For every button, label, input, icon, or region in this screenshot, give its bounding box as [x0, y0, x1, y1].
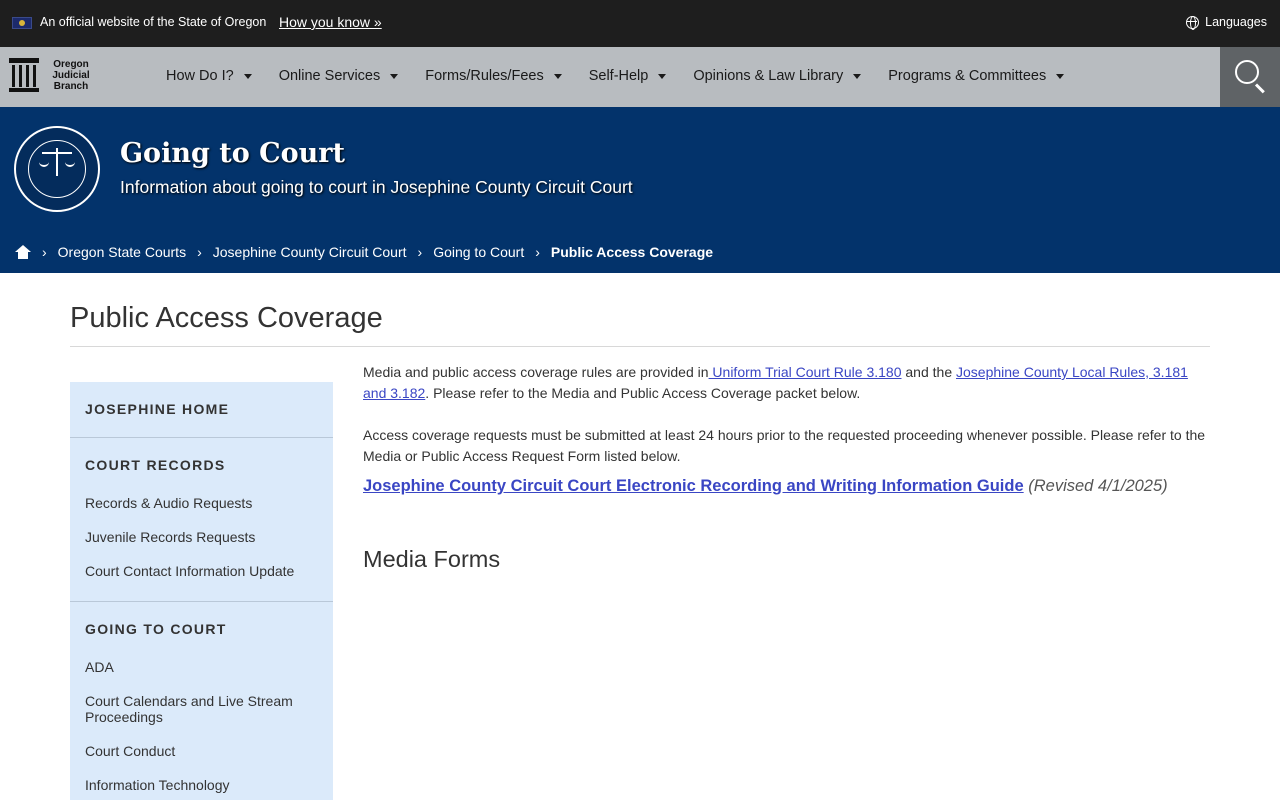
caret-down-icon — [658, 73, 667, 79]
nav-item-how-do-i[interactable]: How Do I? — [166, 68, 252, 84]
page-title: Public Access Coverage — [70, 302, 383, 334]
sidebar-item-juvenile-records-requests[interactable]: Juvenile Records Requests — [70, 521, 333, 555]
title-divider — [70, 346, 1210, 347]
official-banner-text: An official website of the State of Oreg… — [40, 15, 267, 29]
globe-icon — [1186, 15, 1200, 30]
how-you-know-link[interactable]: How you know » — [279, 14, 382, 30]
sidebar-heading-court-records[interactable]: COURT RECORDS — [70, 438, 333, 487]
courthouse-pillars-icon — [9, 58, 39, 92]
caret-down-icon — [243, 73, 252, 79]
breadcrumb-current: Public Access Coverage — [550, 244, 714, 260]
main-nav-bar: Oregon Judicial Branch How Do I? Online … — [0, 47, 1280, 107]
sidebar-section-going-to-court: GOING TO COURT ADA Court Calendars and L… — [70, 602, 333, 800]
hero-subtitle: Information about going to court in Jose… — [120, 177, 633, 197]
oregon-judicial-branch-logo[interactable]: Oregon Judicial Branch — [9, 58, 95, 92]
sidebar-heading-going-to-court[interactable]: GOING TO COURT — [70, 602, 333, 651]
chevron-right-icon: › — [197, 244, 202, 260]
sidebar-item-court-contact-info-update[interactable]: Court Contact Information Update — [70, 555, 333, 589]
search-icon — [1235, 60, 1259, 84]
judicial-department-seal-icon — [14, 126, 100, 212]
caret-down-icon — [853, 73, 862, 79]
search-button[interactable] — [1220, 47, 1280, 107]
sidebar-item-ada[interactable]: ADA — [70, 651, 333, 685]
guide-line: Josephine County Circuit Court Electroni… — [363, 475, 1213, 497]
sidebar-item-court-calendars[interactable]: Court Calendars and Live Stream Proceedi… — [70, 685, 333, 735]
breadcrumb-going-to-court[interactable]: Going to Court — [433, 244, 524, 260]
sidebar-item-information-technology[interactable]: Information Technology — [70, 769, 333, 800]
media-forms-heading: Media Forms — [363, 546, 501, 572]
nav-item-online-services[interactable]: Online Services — [279, 68, 399, 84]
access-requests-paragraph: Access coverage requests must be submitt… — [363, 427, 1206, 464]
oregon-flag-icon — [12, 17, 32, 29]
page-hero: Going to Court Information about going t… — [0, 107, 1280, 273]
home-icon[interactable] — [15, 245, 31, 259]
nav-item-programs-committees[interactable]: Programs & Committees — [888, 68, 1065, 84]
caret-down-icon — [553, 73, 562, 79]
caret-down-icon — [1056, 73, 1065, 79]
nav-menu: How Do I? Online Services Forms/Rules/Fe… — [166, 68, 1091, 84]
uniform-trial-court-rule-link[interactable]: Uniform Trial Court Rule 3.180 — [709, 364, 901, 380]
sidebar-item-court-conduct[interactable]: Court Conduct — [70, 735, 333, 769]
sidebar-section-court-records: COURT RECORDS Records & Audio Requests J… — [70, 438, 333, 602]
electronic-recording-guide-link[interactable]: Josephine County Circuit Court Electroni… — [363, 477, 1024, 495]
chevron-right-icon: › — [42, 244, 47, 260]
breadcrumb-josephine-county-circuit-court[interactable]: Josephine County Circuit Court — [213, 244, 407, 260]
logo-text: Oregon Judicial Branch — [52, 58, 90, 92]
breadcrumb: › Oregon State Courts › Josephine County… — [15, 244, 713, 260]
breadcrumb-oregon-state-courts[interactable]: Oregon State Courts — [58, 244, 186, 260]
caret-down-icon — [390, 73, 399, 79]
main-content: Media and public access coverage rules a… — [363, 362, 1213, 497]
intro-paragraph: Media and public access coverage rules a… — [363, 364, 1188, 401]
nav-item-self-help[interactable]: Self-Help — [589, 68, 667, 84]
sidebar-item-records-audio-requests[interactable]: Records & Audio Requests — [70, 487, 333, 521]
nav-item-forms-rules-fees[interactable]: Forms/Rules/Fees — [425, 68, 562, 84]
sidebar-josephine-home-link[interactable]: JOSEPHINE HOME — [70, 382, 333, 437]
sidebar-section-home: JOSEPHINE HOME — [70, 382, 333, 438]
nav-item-opinions-law-library[interactable]: Opinions & Law Library — [693, 68, 862, 84]
hero-title: Going to Court — [120, 138, 345, 169]
languages-button[interactable]: Languages — [1186, 15, 1267, 30]
sidebar-nav: JOSEPHINE HOME COURT RECORDS Records & A… — [70, 382, 333, 800]
chevron-right-icon: › — [417, 244, 423, 260]
guide-revised-date: (Revised 4/1/2025) — [1023, 477, 1168, 495]
official-banner: An official website of the State of Oreg… — [0, 0, 1280, 47]
languages-label: Languages — [1205, 15, 1267, 29]
chevron-right-icon: › — [535, 244, 540, 260]
